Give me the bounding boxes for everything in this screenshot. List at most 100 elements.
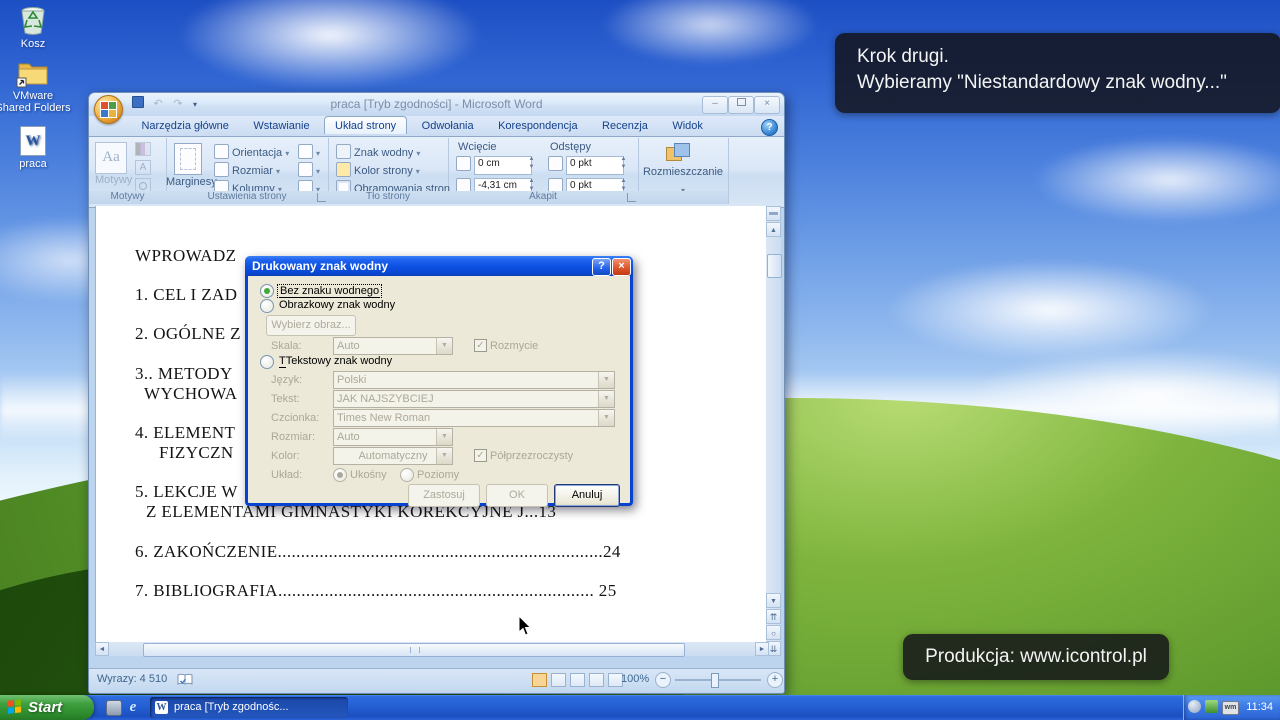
zoom-out-button[interactable]: − bbox=[655, 672, 671, 688]
indent-left-stepper[interactable]: ▲▼ bbox=[526, 155, 537, 172]
tray-icon-1[interactable] bbox=[1188, 700, 1201, 713]
label-text: Bez znaku wodnego bbox=[280, 285, 379, 298]
vmware-tray-icon[interactable]: wm bbox=[1222, 701, 1239, 715]
internet-explorer-icon[interactable]: e bbox=[126, 700, 140, 714]
status-bar: Wyrazy: 4 510 100% − + bbox=[89, 668, 784, 692]
start-button[interactable]: Start bbox=[0, 695, 94, 720]
doc-line: FIZYCZN bbox=[159, 443, 234, 463]
tab-recenzja[interactable]: Recenzja bbox=[592, 117, 658, 134]
ribbon-tabs: Narzędzia główne Wstawianie Układ strony… bbox=[89, 116, 784, 136]
office-button[interactable] bbox=[94, 95, 123, 124]
desktop-icon-recycle-bin[interactable]: Kosz bbox=[0, 6, 71, 50]
page-color-button[interactable]: Kolor strony ▾ bbox=[336, 162, 420, 177]
radio-picture-watermark-label[interactable]: Obrazkowy znak wodny bbox=[279, 299, 395, 311]
scroll-down-button[interactable]: ▼ bbox=[766, 593, 781, 608]
spacing-before-stepper[interactable]: ▲▼ bbox=[618, 155, 629, 172]
size-button[interactable]: Rozmiar ▾ bbox=[214, 162, 280, 177]
washout-checkbox: ✓ bbox=[474, 339, 487, 352]
vertical-scroll-thumb[interactable] bbox=[767, 254, 782, 278]
combo-value: Polski bbox=[337, 374, 366, 386]
minimize-button[interactable]: – bbox=[702, 96, 728, 114]
radio-no-watermark-label[interactable]: Bez znaku wodnego bbox=[277, 284, 382, 298]
ruler-icon bbox=[769, 212, 778, 215]
scroll-right-button[interactable]: ► bbox=[755, 642, 769, 656]
tab-wstawianie[interactable]: Wstawianie bbox=[243, 117, 319, 134]
scroll-left-button[interactable]: ◄ bbox=[95, 642, 109, 656]
horizontal-scroll-thumb[interactable] bbox=[143, 643, 685, 657]
flag-square bbox=[15, 706, 21, 713]
washout-label: Rozmycie bbox=[490, 340, 538, 352]
dialog-help-icon[interactable]: ? bbox=[592, 258, 611, 276]
previous-page-button[interactable]: ⇈ bbox=[766, 609, 781, 624]
ruler-toggle-button[interactable] bbox=[766, 206, 781, 221]
dialog-launcher-icon[interactable] bbox=[627, 193, 636, 202]
watermark-icon bbox=[336, 144, 351, 159]
color-combobox: Automatyczny▼ bbox=[333, 447, 453, 465]
clock[interactable]: 11:34 bbox=[1246, 701, 1273, 713]
doc-line: 5. LEKCJE W bbox=[135, 482, 238, 502]
radio-horizontal bbox=[400, 468, 414, 482]
view-outline-button[interactable] bbox=[589, 673, 604, 687]
group-rozmieszczanie: Rozmieszczanie ▾ bbox=[638, 138, 729, 204]
tab-uklad-strony[interactable]: Układ strony bbox=[324, 116, 407, 134]
restore-button[interactable] bbox=[728, 96, 754, 114]
cancel-button[interactable]: Anuluj bbox=[554, 484, 620, 507]
cloud bbox=[560, 0, 860, 80]
horizontal-scrollbar[interactable]: ◄ ► bbox=[95, 642, 769, 656]
tab-odwolania[interactable]: Odwołania bbox=[412, 117, 484, 134]
zoom-slider-thumb[interactable] bbox=[711, 673, 719, 688]
themes-icon: Aa bbox=[102, 149, 120, 165]
desktop-icon-praca[interactable]: W praca bbox=[0, 126, 71, 170]
arrange-icon bbox=[666, 143, 690, 161]
combo-value: Auto bbox=[337, 431, 360, 443]
window-title: praca [Tryb zgodności] - Microsoft Word bbox=[89, 97, 784, 111]
arrange-button[interactable]: Rozmieszczanie bbox=[638, 166, 728, 178]
doc-line: WYCHOWA bbox=[144, 384, 237, 404]
radio-no-watermark[interactable] bbox=[260, 284, 274, 298]
combo-value: Times New Roman bbox=[337, 412, 430, 424]
radio-picture-watermark[interactable] bbox=[260, 299, 274, 313]
apply-button: Zastosuj bbox=[408, 484, 480, 507]
vertical-scrollbar[interactable]: ▲ ▼ ⇈ ○ ⇊ bbox=[766, 206, 781, 656]
quicklaunch-app-icon[interactable] bbox=[106, 700, 122, 716]
caret-icon: ▾ bbox=[316, 167, 320, 176]
theme-colors-icon bbox=[135, 142, 151, 156]
zoom-level[interactable]: 100% bbox=[621, 673, 649, 685]
color-label: Kolor: bbox=[271, 450, 300, 462]
orientation-label: Orientacja bbox=[232, 147, 282, 159]
help-icon[interactable]: ? bbox=[761, 119, 778, 136]
taskbar-item-praca[interactable]: W praca [Tryb zgodnośc... bbox=[150, 697, 348, 718]
dialog-close-icon[interactable]: × bbox=[612, 258, 631, 276]
orientation-button[interactable]: Orientacja ▾ bbox=[214, 144, 289, 159]
caret-icon: ▾ bbox=[416, 149, 420, 158]
proofing-icon[interactable] bbox=[177, 672, 193, 687]
combo-value: Auto bbox=[337, 340, 360, 352]
tab-korespondencja[interactable]: Korespondencja bbox=[488, 117, 588, 134]
dialog-launcher-icon[interactable] bbox=[317, 193, 326, 202]
zoom-in-button[interactable]: + bbox=[767, 672, 783, 688]
stepper-up-icon: ▲ bbox=[529, 178, 535, 184]
view-web-layout-button[interactable] bbox=[570, 673, 585, 687]
scroll-up-button[interactable]: ▲ bbox=[766, 222, 781, 237]
tray-icon-2[interactable] bbox=[1205, 700, 1218, 713]
effects-circle bbox=[139, 182, 147, 190]
close-button[interactable]: × bbox=[754, 96, 780, 114]
tab-widok[interactable]: Widok bbox=[662, 117, 713, 134]
view-fullscreen-button[interactable] bbox=[551, 673, 566, 687]
mouse-cursor bbox=[518, 615, 532, 637]
radio-text-watermark-label[interactable]: TTekstowy znak wodny bbox=[279, 355, 392, 367]
line-numbers-button[interactable]: ▾ bbox=[298, 162, 320, 177]
watermark-button[interactable]: Znak wodny ▾ bbox=[336, 144, 420, 159]
indent-left-input[interactable]: 0 cm bbox=[474, 156, 532, 175]
breaks-button[interactable]: ▾ bbox=[298, 144, 320, 159]
view-buttons bbox=[532, 673, 624, 687]
tab-narzedzia-glowne[interactable]: Narzędzia główne bbox=[131, 117, 238, 134]
margins-button[interactable]: Marginesy bbox=[166, 176, 210, 188]
word-count[interactable]: Wyrazy: 4 510 bbox=[97, 673, 167, 685]
browse-object-button[interactable]: ○ bbox=[766, 625, 781, 640]
spacing-before-input[interactable]: 0 pkt bbox=[566, 156, 624, 175]
view-print-layout-button[interactable] bbox=[532, 673, 547, 687]
doc-line: 2. OGÓLNE Z bbox=[135, 324, 241, 344]
desktop-icon-vmware-folders[interactable]: VMware Shared Folders bbox=[0, 58, 71, 114]
radio-text-watermark[interactable] bbox=[260, 355, 274, 369]
